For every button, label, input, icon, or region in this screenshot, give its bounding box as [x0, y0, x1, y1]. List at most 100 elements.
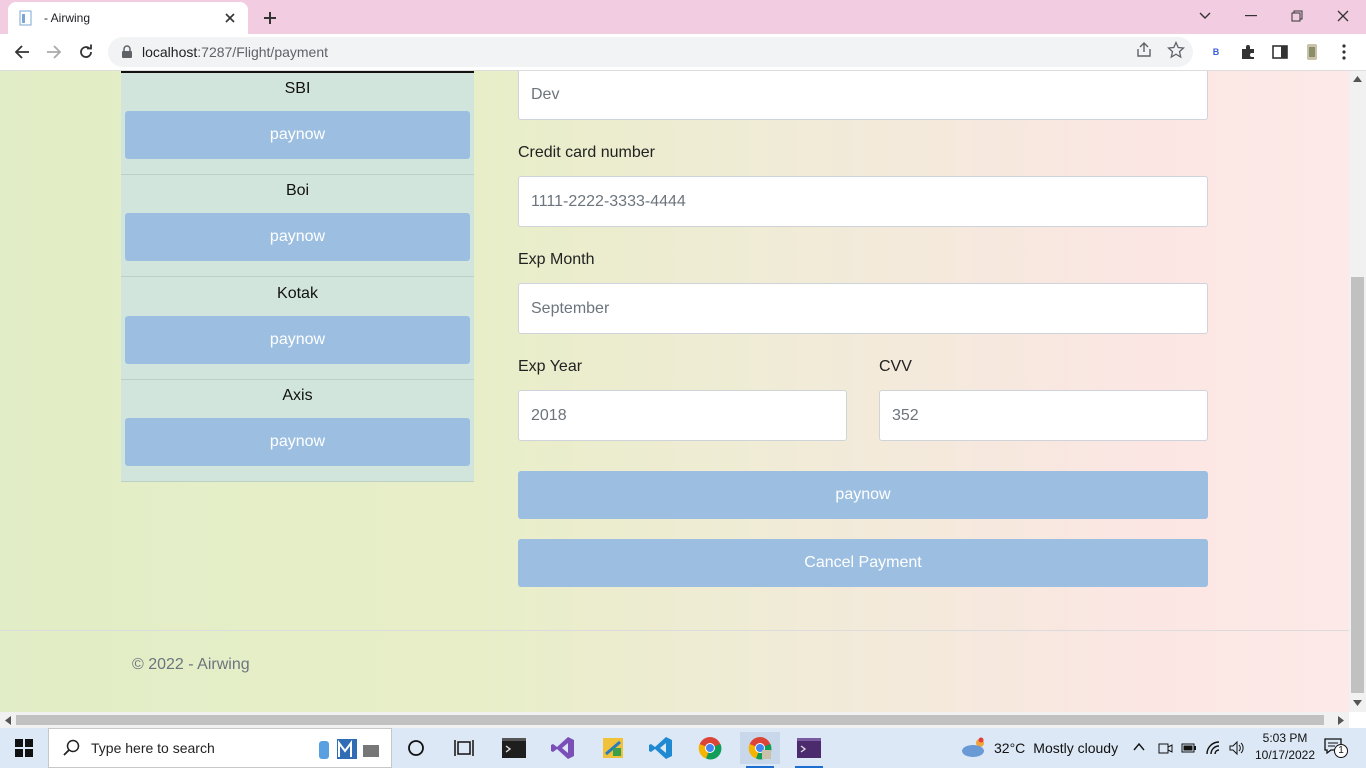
chrome-profile-app[interactable] [740, 732, 780, 768]
exp-month-input[interactable]: September [518, 283, 1208, 334]
browser-tab[interactable]: - Airwing [8, 2, 248, 34]
wifi-icon[interactable] [1205, 740, 1221, 756]
exp-month-label: Exp Month [518, 251, 595, 268]
system-clock[interactable]: 5:03 PM 10/17/2022 [1244, 730, 1326, 764]
plus-icon [264, 12, 276, 24]
terminal-app[interactable] [494, 732, 534, 764]
search-icon [63, 739, 80, 756]
volume-icon[interactable] [1228, 740, 1244, 756]
chrome-app[interactable] [690, 732, 730, 764]
weather-temperature: 32°C [994, 740, 1026, 756]
paynow-button-axis[interactable]: paynow [125, 418, 470, 466]
close-tab-icon[interactable] [222, 10, 238, 26]
restore-icon [1291, 10, 1303, 22]
info-lock-icon[interactable] [120, 45, 134, 59]
cvv-input[interactable]: 352 [879, 390, 1208, 441]
chrome-icon [698, 737, 722, 760]
extensions-puzzle-icon[interactable] [1239, 43, 1257, 61]
vertical-scroll-thumb[interactable] [1351, 277, 1364, 693]
extension-b-icon[interactable]: B [1207, 43, 1225, 61]
url-host: localhost [142, 44, 198, 60]
footer-copyright: © 2022 - Airwing [132, 656, 250, 673]
windows-logo-icon [15, 739, 33, 757]
scroll-left-icon[interactable] [5, 716, 11, 725]
action-center-button[interactable]: 1 [1324, 738, 1348, 758]
notification-badge: 1 [1334, 744, 1348, 758]
browser-toolbar: localhost:7287/Flight/payment B [0, 34, 1366, 71]
task-view-button[interactable] [444, 732, 484, 764]
scroll-right-icon[interactable] [1338, 716, 1344, 725]
profile-avatar[interactable] [1303, 43, 1321, 61]
scroll-up-icon[interactable] [1353, 76, 1362, 82]
tab-title: - Airwing [44, 11, 91, 25]
close-window-button[interactable] [1320, 0, 1366, 32]
meet-now-icon[interactable] [1157, 740, 1173, 756]
share-icon[interactable] [1135, 41, 1153, 59]
cardholder-name-input[interactable]: Dev [518, 71, 1208, 120]
bank-item-boi: Boi paynow [121, 175, 474, 277]
footer-divider [0, 630, 1349, 631]
paynow-button-boi[interactable]: paynow [125, 213, 470, 261]
chevron-down-icon [1199, 12, 1211, 19]
page-viewport: SBI paynow Boi paynow Kotak paynow Axis … [0, 71, 1349, 712]
tab-search-button[interactable] [1182, 0, 1228, 32]
url-text: localhost:7287/Flight/payment [142, 44, 328, 60]
taskbar-search-box[interactable]: Type here to search [48, 728, 392, 768]
exp-year-input[interactable]: 2018 [518, 390, 847, 441]
bank-list: SBI paynow Boi paynow Kotak paynow Axis … [121, 71, 474, 482]
arrow-left-icon [14, 45, 29, 59]
console-app[interactable] [789, 732, 829, 768]
sql-tool-app[interactable] [593, 732, 633, 764]
new-tab-button[interactable] [258, 6, 282, 30]
bank-name: Kotak [277, 285, 318, 302]
tab-strip: - Airwing [0, 0, 1366, 34]
bank-item-axis: Axis paynow [121, 380, 474, 482]
horizontal-scroll-thumb[interactable] [16, 715, 1324, 725]
reload-icon [80, 44, 92, 58]
vertical-scrollbar[interactable] [1349, 71, 1366, 712]
exp-year-label: Exp Year [518, 358, 583, 375]
visual-studio-icon [551, 737, 574, 759]
console-icon [797, 738, 821, 758]
bookmark-star-icon[interactable] [1167, 41, 1185, 59]
cortana-circle-icon [408, 740, 424, 756]
card-number-input[interactable]: 1111-2222-3333-4444 [518, 176, 1208, 227]
restore-button[interactable] [1274, 0, 1320, 32]
address-bar[interactable]: localhost:7287/Flight/payment [108, 37, 1193, 67]
forward-button[interactable] [40, 38, 68, 66]
extension-b-label: B [1212, 47, 1220, 57]
side-panel-icon[interactable] [1271, 43, 1289, 61]
bank-item-kotak: Kotak paynow [121, 278, 474, 380]
back-button[interactable] [8, 38, 36, 66]
minimize-button[interactable] [1228, 0, 1274, 32]
vscode-icon [649, 737, 672, 759]
close-icon [1337, 10, 1349, 22]
cancel-payment-button[interactable]: Cancel Payment [518, 539, 1208, 587]
terminal-icon [502, 738, 526, 758]
arrow-right-icon [47, 45, 62, 59]
weather-description: Mostly cloudy [1033, 740, 1119, 756]
weather-widget[interactable]: 32°C Mostly cloudy [960, 728, 1118, 768]
start-button[interactable] [0, 728, 48, 768]
url-path: :7287/Flight/payment [197, 44, 329, 60]
bank-item-sbi: SBI paynow [121, 73, 474, 175]
paynow-button-sbi[interactable]: paynow [125, 111, 470, 159]
chrome-profile-icon [748, 737, 772, 760]
bank-name: Axis [282, 387, 313, 404]
clock-time: 5:03 PM [1262, 731, 1308, 745]
scroll-down-icon[interactable] [1353, 700, 1362, 706]
paynow-button[interactable]: paynow [518, 471, 1208, 519]
search-highlight-icon [319, 739, 379, 759]
cloudy-weather-icon [962, 737, 984, 757]
horizontal-scrollbar[interactable] [0, 712, 1349, 728]
more-menu-icon[interactable] [1335, 43, 1353, 61]
visual-studio-app[interactable] [543, 732, 583, 764]
cortana-button[interactable] [396, 732, 436, 764]
database-tool-icon [603, 738, 623, 758]
show-hidden-icons-chevron-icon[interactable] [1133, 742, 1145, 752]
reload-button[interactable] [72, 38, 100, 66]
paynow-button-kotak[interactable]: paynow [125, 316, 470, 364]
vscode-app[interactable] [641, 732, 681, 764]
battery-icon[interactable] [1181, 741, 1197, 755]
page-icon [19, 10, 32, 26]
